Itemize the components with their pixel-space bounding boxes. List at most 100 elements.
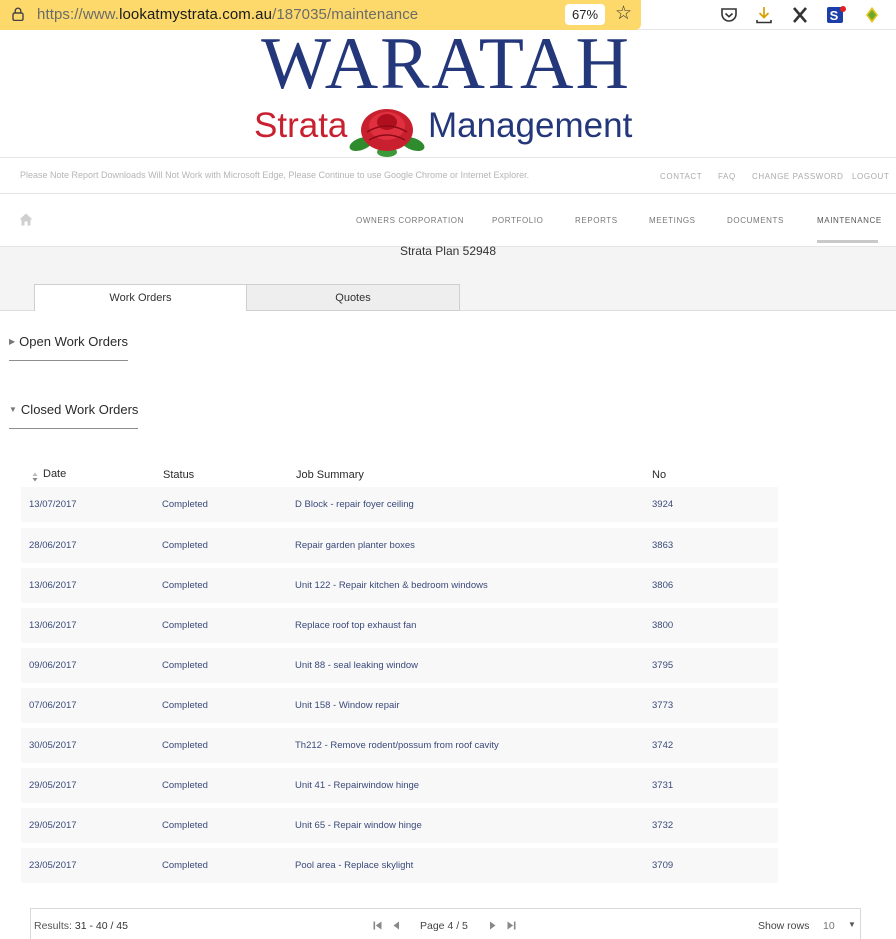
open-work-orders-toggle[interactable]: ▶ Open Work Orders (9, 334, 128, 349)
row-job-summary: D Block - repair foyer ceiling (295, 499, 414, 510)
table-row[interactable]: 23/05/2017 Completed Pool area - Replace… (21, 848, 778, 883)
tab-quotes[interactable]: Quotes (247, 284, 460, 311)
row-date: 23/05/2017 (29, 860, 77, 871)
url-domain: lookatmystrata.com.au (119, 6, 273, 23)
notice-bar: Please Note Report Downloads Will Not Wo… (0, 157, 896, 194)
row-status: Completed (162, 499, 208, 510)
nav-meetings[interactable]: MEETINGS (649, 216, 696, 225)
browser-notice: Please Note Report Downloads Will Not Wo… (20, 170, 530, 180)
bookmark-star-icon[interactable]: ☆ (615, 4, 632, 24)
table-row[interactable]: 13/06/2017 Completed Unit 122 - Repair k… (21, 568, 778, 603)
column-header-status[interactable]: Status (163, 469, 194, 481)
waratah-logo[interactable]: WARATAH Strata Management (252, 24, 640, 157)
s-extension-icon[interactable]: S (826, 5, 846, 25)
nav-owners-corporation[interactable]: OWNERS CORPORATION (356, 216, 464, 225)
tab-work-orders[interactable]: Work Orders (34, 284, 247, 311)
row-date: 13/06/2017 (29, 620, 77, 631)
row-number: 3863 (652, 540, 674, 551)
open-section-underline (9, 360, 128, 361)
row-date: 13/07/2017 (29, 499, 77, 510)
results-count: Results: 31 - 40 / 45 (34, 920, 128, 932)
contact-link[interactable]: CONTACT (660, 172, 702, 181)
home-icon[interactable] (19, 213, 33, 226)
active-tab-gap (35, 310, 246, 311)
row-job-summary: Repair garden planter boxes (295, 540, 415, 551)
table-row[interactable]: 30/05/2017 Completed Th212 - Remove rode… (21, 728, 778, 763)
nav-reports[interactable]: REPORTS (575, 216, 618, 225)
url-prefix: https://www. (37, 6, 120, 23)
pdf-extension-icon[interactable] (862, 5, 882, 25)
row-status: Completed (162, 620, 208, 631)
row-job-summary: Unit 88 - seal leaking window (295, 660, 419, 671)
closed-work-orders-toggle[interactable]: ▼ Closed Work Orders (9, 402, 138, 417)
x-extension-icon[interactable] (790, 5, 810, 25)
table-row[interactable]: 09/06/2017 Completed Unit 88 - seal leak… (21, 648, 778, 683)
download-icon[interactable] (754, 5, 774, 25)
results-label: Results: (34, 920, 72, 932)
row-job-summary: Unit 41 - Repairwindow hinge (295, 780, 420, 791)
row-number: 3731 (652, 780, 674, 791)
pagination-bar: Results: 31 - 40 / 45 Page 4 / 5 Show ro… (30, 908, 861, 939)
results-value: 31 - 40 / 45 (74, 920, 128, 932)
url-path: /187035/maintenance (272, 6, 419, 23)
last-page-icon[interactable] (507, 921, 516, 930)
column-header-no[interactable]: No (652, 469, 666, 481)
logo-strata-word: Strata (254, 106, 348, 145)
first-page-icon[interactable] (373, 921, 382, 930)
table-row[interactable]: 29/05/2017 Completed Unit 65 - Repair wi… (21, 808, 778, 843)
change-password-link[interactable]: CHANGE PASSWORD (752, 172, 844, 181)
row-number: 3773 (652, 700, 674, 711)
url-text[interactable]: https://www.lookatmystrata.com.au/187035… (37, 6, 418, 23)
row-date: 29/05/2017 (29, 820, 77, 831)
show-rows-label: Show rows (758, 920, 810, 932)
table-row[interactable]: 29/05/2017 Completed Unit 41 - Repairwin… (21, 768, 778, 803)
row-number: 3806 (652, 580, 674, 591)
lock-icon (12, 7, 24, 21)
table-row[interactable]: 07/06/2017 Completed Unit 158 - Window r… (21, 688, 778, 723)
row-job-summary: Th212 - Remove rodent/possum from roof c… (295, 740, 499, 751)
row-status: Completed (162, 820, 208, 831)
table-row[interactable]: 28/06/2017 Completed Repair garden plant… (21, 528, 778, 563)
row-date: 07/06/2017 (29, 700, 77, 711)
nav-documents[interactable]: DOCUMENTS (727, 216, 784, 225)
zoom-level-badge[interactable]: 67% (565, 4, 605, 25)
row-date: 29/05/2017 (29, 780, 77, 791)
column-header-job-summary[interactable]: Job Summary (296, 469, 364, 481)
row-status: Completed (162, 740, 208, 751)
row-date: 09/06/2017 (29, 660, 77, 671)
waratah-flower-icon (349, 109, 425, 157)
row-job-summary: Replace roof top exhaust fan (295, 620, 417, 631)
row-date: 28/06/2017 (29, 540, 77, 551)
nav-maintenance[interactable]: MAINTENANCE (817, 216, 882, 225)
next-page-icon[interactable] (488, 921, 497, 930)
faq-link[interactable]: FAQ (718, 172, 736, 181)
row-number: 3732 (652, 820, 674, 831)
closed-section-underline (9, 428, 138, 429)
row-date: 13/06/2017 (29, 580, 77, 591)
nav-portfolio[interactable]: PORTFOLIO (492, 216, 543, 225)
table-row[interactable]: 13/07/2017 Completed D Block - repair fo… (21, 487, 778, 522)
previous-page-icon[interactable] (392, 921, 401, 930)
table-row[interactable]: 13/06/2017 Completed Replace roof top ex… (21, 608, 778, 643)
caret-down-icon: ▼ (9, 405, 17, 414)
column-header-date[interactable]: Date (43, 468, 66, 480)
logo-management-word: Management (428, 106, 633, 145)
logout-link[interactable]: LOGOUT (852, 172, 889, 181)
row-status: Completed (162, 580, 208, 591)
row-number: 3924 (652, 499, 674, 510)
pocket-icon[interactable] (719, 5, 739, 25)
main-nav: OWNERS CORPORATION PORTFOLIO REPORTS MEE… (0, 194, 896, 247)
svg-text:S: S (830, 8, 839, 23)
row-job-summary: Unit 158 - Window repair (295, 700, 400, 711)
page-indicator: Page 4 / 5 (420, 920, 468, 932)
chevron-down-icon[interactable]: ▼ (848, 920, 856, 929)
logo-title: WARATAH (261, 23, 631, 105)
rows-per-page-select[interactable]: 10 (823, 920, 835, 932)
row-number: 3742 (652, 740, 674, 751)
row-status: Completed (162, 660, 208, 671)
row-status: Completed (162, 540, 208, 551)
row-status: Completed (162, 780, 208, 791)
sort-icon[interactable] (32, 472, 38, 482)
row-job-summary: Unit 65 - Repair window hinge (295, 820, 422, 831)
strata-plan-title: Strata Plan 52948 (399, 244, 497, 258)
